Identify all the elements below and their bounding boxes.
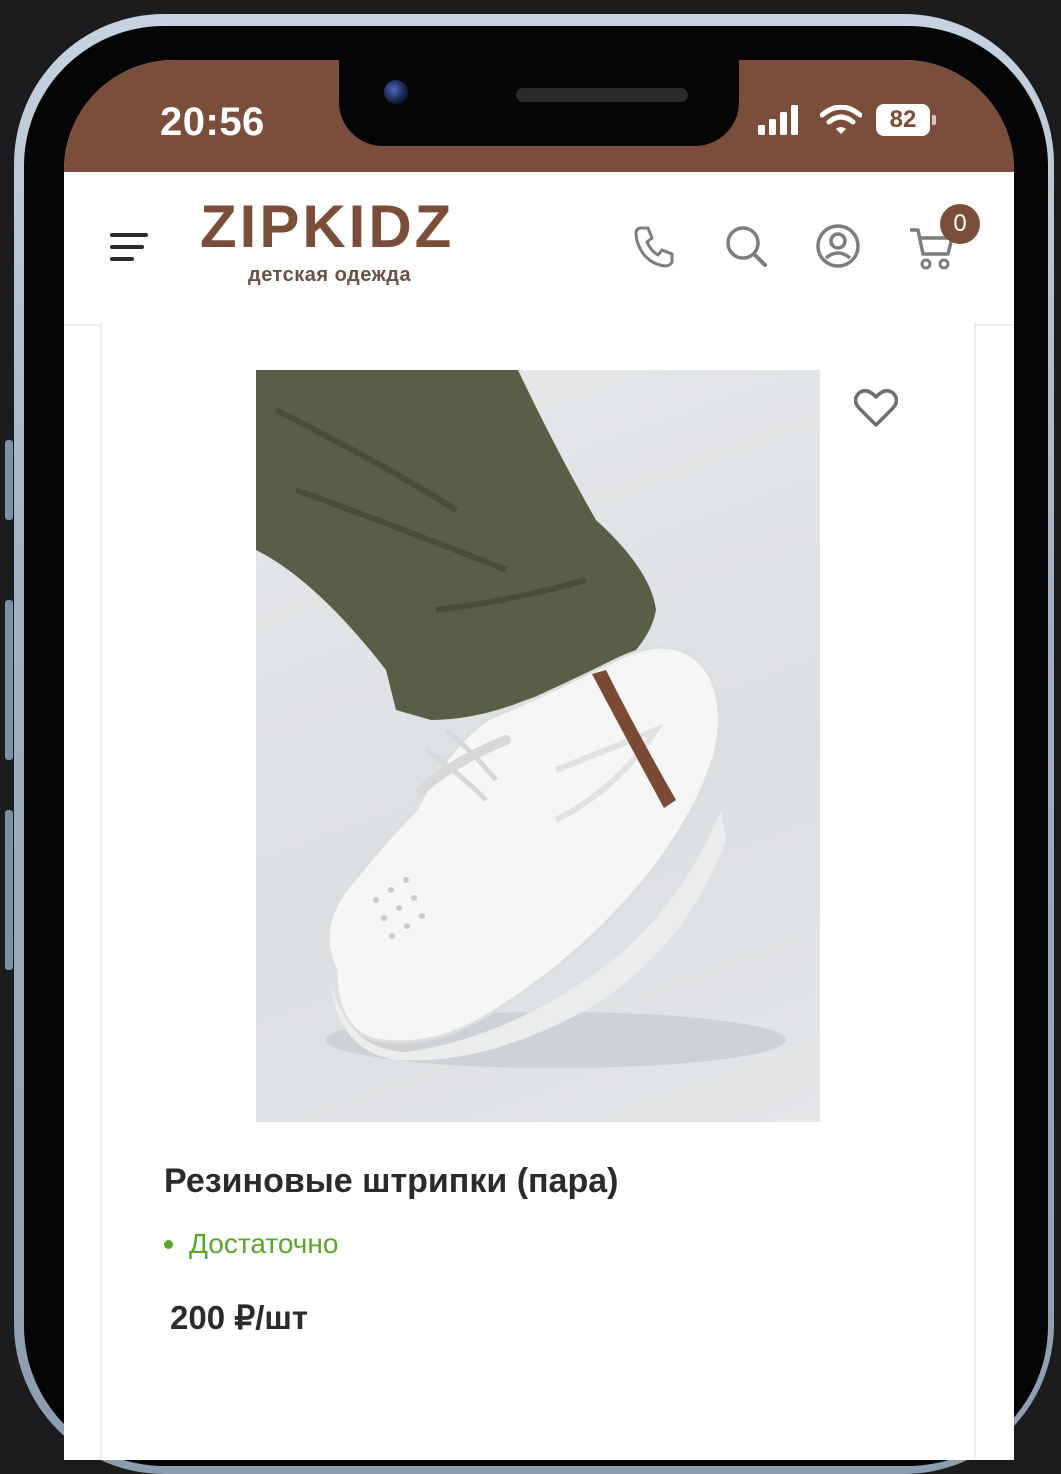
status-icons: 82: [758, 104, 936, 136]
page-content: Резиновые штрипки (пара) Достаточно 200 …: [64, 322, 1014, 1460]
earpiece-speaker: [516, 88, 688, 102]
product-price: 200 ₽/шт: [170, 1299, 309, 1336]
screen: 20:56 82 ZIPKIDZ детская одежда 0 Резино…: [64, 60, 1014, 1460]
product-image[interactable]: [256, 370, 820, 1122]
volume-up-button: [5, 600, 13, 760]
product-photo: [256, 370, 786, 1068]
battery-icon: 82: [876, 104, 936, 136]
account-icon[interactable]: [812, 220, 864, 272]
product-title[interactable]: Резиновые штрипки (пара): [164, 1162, 618, 1201]
stock-dot-icon: [164, 1239, 173, 1249]
search-icon[interactable]: [720, 220, 772, 272]
status-time: 20:56: [160, 100, 265, 144]
status-bar: 20:56 82: [64, 60, 1014, 172]
stock-status-label: Достаточно: [189, 1228, 339, 1259]
favorite-heart-icon[interactable]: [854, 388, 898, 428]
wifi-icon: [820, 105, 862, 134]
mute-switch: [5, 440, 13, 520]
phone-icon[interactable]: [628, 220, 680, 272]
logo-subtitle: детская одежда: [248, 264, 412, 286]
stock-status: Достаточно: [164, 1228, 338, 1260]
front-camera: [384, 80, 408, 104]
cart-count-badge[interactable]: 0: [940, 204, 980, 244]
menu-icon[interactable]: [110, 230, 150, 264]
volume-down-button: [5, 810, 13, 970]
site-header: ZIPKIDZ детская одежда 0: [64, 172, 1014, 326]
logo-title[interactable]: ZIPKIDZ: [200, 192, 454, 261]
product-card: Резиновые штрипки (пара) Достаточно 200 …: [100, 322, 976, 1460]
signal-icon: [758, 105, 798, 135]
